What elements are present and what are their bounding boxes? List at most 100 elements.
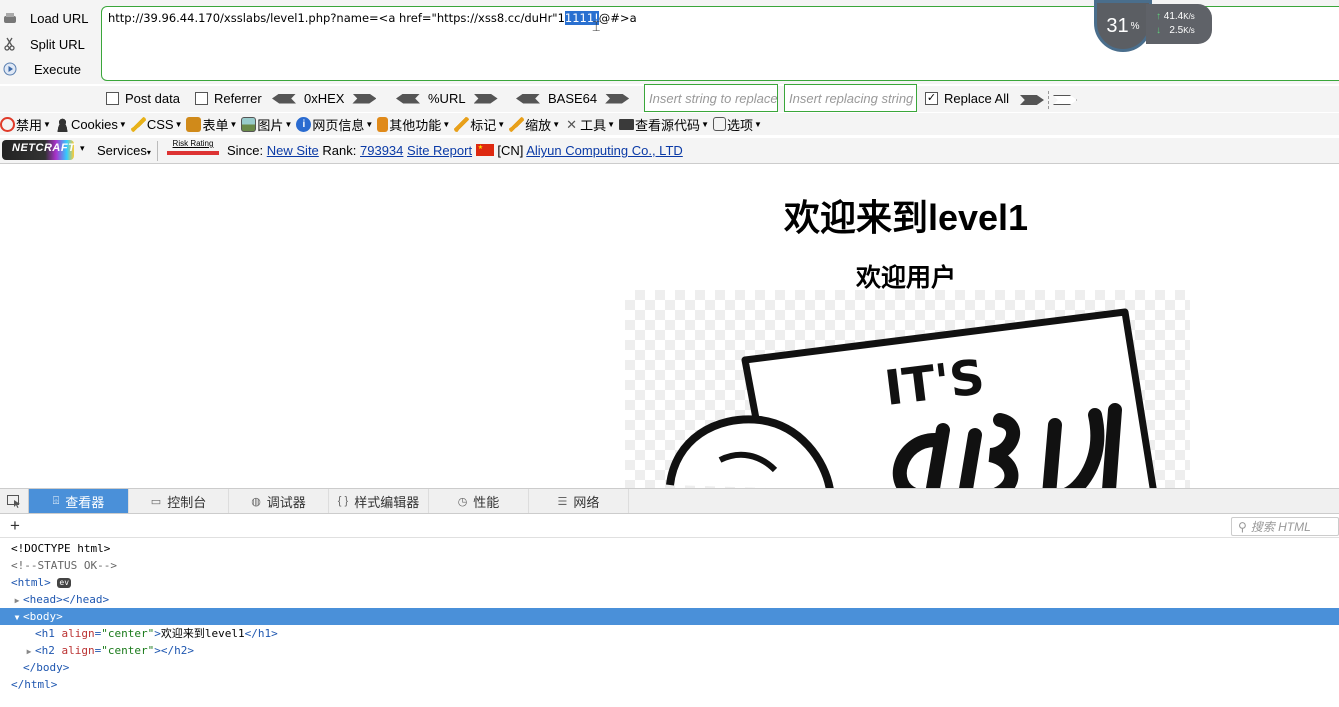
replace-all-checkbox[interactable]: ✓ Replace All xyxy=(925,91,1009,106)
tab-performance[interactable]: ◷ 性能 xyxy=(429,489,529,513)
toolbar-item-images[interactable]: 图片 ▼ xyxy=(241,115,292,134)
chevron-down-icon: ▼ xyxy=(607,119,616,129)
h1-open-tag: <h1 xyxy=(35,627,55,640)
netcraft-logo[interactable]: NETCRAFT xyxy=(2,140,76,160)
dom-node-head[interactable]: ▶ <head></head> xyxy=(0,591,1339,608)
since-link[interactable]: New Site xyxy=(267,143,319,158)
dom-node-comment[interactable]: <!--STATUS OK--> xyxy=(0,557,1339,574)
hosting-link[interactable]: Aliyun Computing Co., LTD xyxy=(526,143,683,158)
toolbar-item-options[interactable]: 选项 ▼ xyxy=(712,115,762,134)
split-url-button[interactable]: Split URL xyxy=(0,33,85,55)
html-close-tag: </html> xyxy=(11,678,58,691)
url-encode-arrow-icon[interactable] xyxy=(473,93,498,104)
base64-encode-arrow-icon[interactable] xyxy=(605,93,630,104)
toolbar-item-outline[interactable]: 标记 ▼ xyxy=(454,115,505,134)
execute-button[interactable]: Execute xyxy=(0,58,81,80)
base64-encode-group[interactable]: BASE64 xyxy=(516,91,630,106)
expand-triangle-icon[interactable]: ▶ xyxy=(23,643,35,660)
toolbar-item-page-info[interactable]: i 网页信息 ▼ xyxy=(296,115,373,134)
h1-attr-name: align xyxy=(61,627,95,640)
web-developer-toolbar: 禁用 ▼ Cookies ▼ CSS ▼ 表单 ▼ 图片 ▼ i 网页信息 ▼ 其他功能 ▼ … xyxy=(0,113,1339,135)
tab-style-editor[interactable]: { } 样式编辑器 xyxy=(329,489,429,513)
dom-node-doctype[interactable]: <!DOCTYPE html> xyxy=(0,540,1339,557)
inspector-icon: ⌹ xyxy=(52,494,60,507)
expand-triangle-icon[interactable]: ▶ xyxy=(11,592,23,609)
dom-node-body-close[interactable]: </body> xyxy=(0,659,1339,676)
toolbar-item-cookies[interactable]: Cookies ▼ xyxy=(54,116,127,132)
post-data-label: Post data xyxy=(125,91,180,106)
options-icon xyxy=(712,117,726,131)
replacing-string-placeholder: Insert replacing string xyxy=(789,90,914,106)
event-badge[interactable]: ev xyxy=(57,578,72,588)
base64-label: BASE64 xyxy=(548,91,598,106)
download-rate: 2.5 xyxy=(1169,25,1184,36)
dom-node-body[interactable]: ▼ <body> xyxy=(0,608,1339,625)
dom-node-html-close[interactable]: </html> xyxy=(0,676,1339,693)
url-decode-arrow-icon[interactable] xyxy=(396,93,420,104)
post-data-box[interactable] xyxy=(106,92,119,105)
dom-node-html[interactable]: <html> ev xyxy=(0,574,1339,591)
referrer-checkbox[interactable]: Referrer xyxy=(195,91,262,106)
toolbar-item-label: 标记 xyxy=(470,117,497,133)
tab-inspector[interactable]: ⌹ 查看器 xyxy=(29,489,129,513)
add-node-icon[interactable]: + xyxy=(10,516,20,536)
info-icon: i xyxy=(296,116,312,132)
load-url-icon xyxy=(2,10,18,26)
insert-string-input[interactable]: Insert string to replace xyxy=(644,84,778,112)
site-report-link[interactable]: Site Report xyxy=(407,143,472,158)
replace-all-arrow-icon[interactable] xyxy=(1053,95,1077,105)
hackbar-options-row: Post data Referrer 0xHEX %URL BASE64 Ins… xyxy=(0,84,1339,112)
pencil-icon xyxy=(130,116,146,132)
element-picker-button[interactable] xyxy=(0,489,29,513)
replace-arrow-icon[interactable] xyxy=(1020,95,1044,105)
country-code: [CN] xyxy=(497,143,524,158)
body-close-tag: </body> xyxy=(23,661,70,674)
tab-debugger[interactable]: ◍ 调试器 xyxy=(229,489,329,513)
post-data-checkbox[interactable]: Post data xyxy=(106,91,180,106)
hex-encode-arrow-icon[interactable] xyxy=(352,93,377,104)
url-encode-group[interactable]: %URL xyxy=(396,91,498,106)
hex-encode-group[interactable]: 0xHEX xyxy=(272,91,377,106)
replace-all-box[interactable]: ✓ xyxy=(925,92,938,105)
toolbar-item-view-source[interactable]: 查看源代码 ▼ xyxy=(619,115,709,134)
replace-action-group[interactable] xyxy=(1020,91,1077,109)
search-html-input[interactable]: ⚲ 搜索 HTML xyxy=(1231,517,1339,536)
tools-icon: ✕ xyxy=(566,116,578,132)
page-viewport: 欢迎来到level1 欢迎用户 IT'S xyxy=(0,165,1339,488)
toolbar-item-disable[interactable]: 禁用 ▼ xyxy=(0,115,51,134)
base64-decode-arrow-icon[interactable] xyxy=(516,93,540,104)
chevron-down-icon: ▼ xyxy=(365,119,374,129)
search-html-placeholder: 搜索 HTML xyxy=(1250,520,1311,534)
toolbar-item-forms[interactable]: 表单 ▼ xyxy=(186,115,237,134)
services-label: Services xyxy=(97,143,147,158)
collapse-triangle-icon[interactable]: ▼ xyxy=(11,609,23,626)
since-label: Since: xyxy=(227,143,264,158)
referrer-box[interactable] xyxy=(195,92,208,105)
body-open-tag: <body> xyxy=(23,610,63,623)
chevron-down-icon: ▼ xyxy=(118,119,127,129)
dom-tree: <!DOCTYPE html> <!--STATUS OK--> <html> … xyxy=(0,540,1339,693)
dom-node-h2[interactable]: ▶ <h2 align="center"></h2> xyxy=(0,642,1339,659)
tab-network[interactable]: ☰ 网络 xyxy=(529,489,629,513)
replacing-string-input[interactable]: Insert replacing string xyxy=(784,84,917,112)
toolbar-item-misc[interactable]: 其他功能 ▼ xyxy=(377,115,450,134)
text-cursor-icon: ⌶ xyxy=(592,18,601,34)
netcraft-logo-text: NETCRAFT xyxy=(12,142,76,154)
risk-rating[interactable]: Risk Rating xyxy=(167,139,219,159)
chevron-down-icon: ▼ xyxy=(174,119,183,129)
url-text: http://39.96.44.170/xsslabs/level1.php?n… xyxy=(108,11,565,25)
services-menu[interactable]: Services▾ xyxy=(97,143,151,158)
load-url-button[interactable]: Load URL xyxy=(0,7,89,29)
page-heading: 欢迎来到level1 xyxy=(783,197,1029,238)
rank-link[interactable]: 793934 xyxy=(360,143,403,158)
dom-node-h1[interactable]: <h1 align="center">欢迎来到level1</h1> xyxy=(0,625,1339,642)
hex-decode-arrow-icon[interactable] xyxy=(272,93,296,104)
toolbar-item-resize[interactable]: 缩放 ▼ xyxy=(509,115,560,134)
toolbar-item-tools[interactable]: ✕ 工具 ▼ xyxy=(564,115,615,134)
highlight-icon xyxy=(454,116,470,132)
play-icon xyxy=(2,61,18,77)
toolbar-item-css[interactable]: CSS ▼ xyxy=(130,116,183,132)
tab-console[interactable]: ▭ 控制台 xyxy=(129,489,229,513)
comment-text: <!--STATUS OK--> xyxy=(11,559,117,572)
netcraft-menu-chevron-icon[interactable]: ▾ xyxy=(80,143,85,154)
